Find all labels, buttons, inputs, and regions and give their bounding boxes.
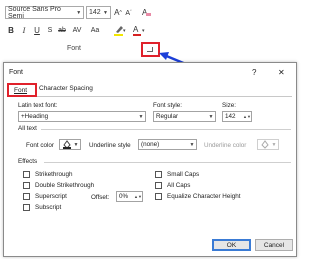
paint-bucket-icon <box>261 140 269 149</box>
italic-icon[interactable]: I <box>20 25 28 35</box>
font-group-label: Font <box>67 45 82 52</box>
tab-character-spacing[interactable]: Character Spacing <box>39 85 93 92</box>
change-case-icon[interactable]: Aa <box>88 25 102 35</box>
help-button[interactable]: ? <box>252 68 256 77</box>
font-color-label: Font color <box>26 142 54 149</box>
cancel-button[interactable]: Cancel <box>255 239 293 251</box>
font-size-combo[interactable]: 142 ▼ <box>86 6 111 19</box>
offset-input[interactable]: 0% ▲▼ <box>116 191 143 202</box>
offset-label: Offset: <box>91 194 110 201</box>
latin-font-label: Latin text font: <box>18 102 58 109</box>
shrink-font-icon[interactable]: Aˇ <box>124 7 133 19</box>
highlight-icon[interactable]: ▾ <box>113 24 127 37</box>
effects-label: Effects <box>18 158 38 165</box>
dialog-title: Font <box>9 69 24 76</box>
font-color-picker[interactable]: ▼ <box>59 139 81 150</box>
font-style-value: Regular <box>156 113 179 120</box>
underline-icon[interactable]: U <box>33 25 41 35</box>
font-dialog: Font ? ✕ Font Character Spacing Latin te… <box>3 62 297 257</box>
all-text-label: All text <box>18 125 37 132</box>
all-caps-label: All Caps <box>167 182 191 189</box>
equalize-height-label: Equalize Character Height <box>167 193 241 200</box>
underline-color-label: Underline color <box>204 142 247 149</box>
shadow-text-icon[interactable]: S <box>46 25 54 35</box>
font-color-icon[interactable]: A ▾ <box>132 24 146 37</box>
strikethrough-checkbox[interactable] <box>23 171 30 178</box>
chevron-down-icon[interactable]: ▼ <box>75 7 83 18</box>
chevron-down-icon[interactable]: ▼ <box>188 140 196 149</box>
subscript-checkbox[interactable] <box>23 204 30 211</box>
tab-font[interactable]: Font <box>7 83 37 97</box>
clear-formatting-icon[interactable]: A <box>140 6 151 19</box>
all-caps-checkbox[interactable] <box>155 182 162 189</box>
latin-font-select[interactable]: +Heading ▼ <box>18 111 146 122</box>
strikethrough-icon[interactable]: ab <box>57 25 67 35</box>
effects-separator <box>44 162 291 163</box>
svg-text:▾: ▾ <box>123 28 126 34</box>
svg-text:A: A <box>133 25 139 34</box>
svg-text:▾: ▾ <box>142 28 145 34</box>
tab-strip-line <box>8 96 292 97</box>
equalize-height-checkbox[interactable] <box>155 193 162 200</box>
underline-style-value: (none) <box>141 141 160 148</box>
character-spacing-icon[interactable]: AV <box>71 25 83 35</box>
font-name-value: Source Sans Pro Semi <box>8 5 61 20</box>
font-name-combo[interactable]: Source Sans Pro Semi ▼ <box>5 5 84 20</box>
dialog-launcher-icon[interactable] <box>147 47 153 52</box>
size-spinner-icon[interactable]: ▲▼ <box>243 112 251 121</box>
underline-style-label: Underline style <box>89 142 131 149</box>
chevron-down-icon[interactable]: ▼ <box>137 112 145 121</box>
double-strikethrough-label: Double Strikethrough <box>35 182 95 189</box>
font-style-label: Font style: <box>153 102 183 109</box>
superscript-label: Superscript <box>35 193 67 200</box>
chevron-down-icon[interactable]: ▼ <box>207 112 215 121</box>
superscript-checkbox[interactable] <box>23 193 30 200</box>
strikethrough-label: Strikethrough <box>35 171 73 178</box>
offset-value: 0% <box>119 193 129 200</box>
font-style-select[interactable]: Regular ▼ <box>153 111 216 122</box>
chevron-down-icon[interactable]: ▼ <box>101 7 110 18</box>
ribbon-font-group: Source Sans Pro Semi ▼ 142 ▼ A ^ Aˇ A B I… <box>0 0 300 62</box>
grow-font-icon[interactable]: A ^ <box>113 6 123 19</box>
size-input[interactable]: 142 ▲▼ <box>222 111 252 122</box>
latin-font-value: +Heading <box>21 113 49 120</box>
subscript-label: Subscript <box>35 204 62 211</box>
small-caps-checkbox[interactable] <box>155 171 162 178</box>
small-caps-label: Small Caps <box>167 171 200 178</box>
size-label: Size: <box>222 102 236 109</box>
tab-font-label: Font <box>14 87 28 94</box>
underline-style-select[interactable]: (none) ▼ <box>138 139 197 150</box>
paint-bucket-icon <box>63 140 71 149</box>
chevron-down-icon[interactable]: ▼ <box>72 140 80 149</box>
offset-spinner-icon[interactable]: ▲▼ <box>134 192 142 201</box>
underline-color-picker: ▼ <box>257 139 279 150</box>
bold-icon[interactable]: B <box>7 25 15 35</box>
ok-button[interactable]: OK <box>212 239 251 251</box>
size-value: 142 <box>225 113 236 120</box>
close-button[interactable]: ✕ <box>278 68 285 77</box>
all-text-separator <box>41 129 291 130</box>
double-strikethrough-checkbox[interactable] <box>23 182 30 189</box>
font-size-value: 142 <box>89 9 101 16</box>
chevron-down-icon: ▼ <box>271 141 277 148</box>
